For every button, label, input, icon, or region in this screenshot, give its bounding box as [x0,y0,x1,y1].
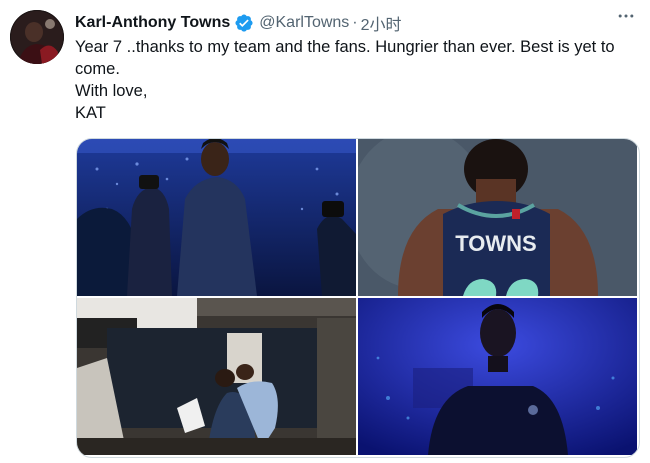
separator-dot: · [352,14,358,31]
more-options-icon[interactable] [614,4,638,28]
avatar-image [10,10,64,64]
media-grid: TOWNS [76,138,640,458]
jersey-name-text: TOWNS [455,231,536,256]
photo-arena-entrance[interactable] [77,139,356,296]
tweet-line: With love, [75,82,148,100]
author-avatar[interactable] [10,10,64,64]
photo-backstage[interactable] [77,298,356,455]
photo-jersey-back[interactable]: TOWNS [358,139,637,296]
tweet-text: Year 7 ..thanks to my team and the fans.… [75,36,640,124]
tweet-line: KAT [75,104,106,122]
tweet-timestamp[interactable]: 2小时 [361,11,402,35]
author-name[interactable]: Karl-Anthony Towns [75,14,230,32]
tweet-header: Karl-Anthony Towns @KarlTowns · 2小时 [75,12,640,34]
verified-badge-icon [234,13,254,33]
tweet-line: Year 7 ..thanks to my team and the fans.… [75,38,615,78]
photo-blue-portrait[interactable] [358,298,637,455]
author-handle[interactable]: @KarlTowns [259,14,349,32]
